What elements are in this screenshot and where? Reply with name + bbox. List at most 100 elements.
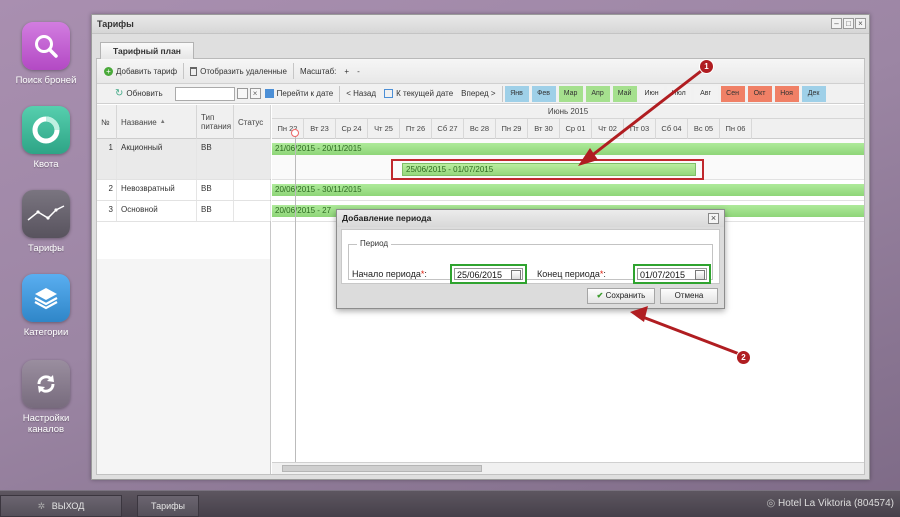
minimize-icon[interactable]: – [831, 18, 842, 29]
timeline-row[interactable]: 20/06/2015 - 30/11/2015 [272, 180, 864, 201]
show-deleted-label: Отобразить удаленные [200, 66, 287, 76]
month-button[interactable]: Ноя [774, 85, 799, 102]
launcher-quota[interactable]: Квота [0, 106, 92, 170]
current-date-button[interactable]: К текущей дате [380, 85, 457, 103]
window-title: Тарифы [92, 15, 869, 34]
day-header: Пт 26 [400, 119, 432, 139]
start-date-text: Начало периода [352, 269, 421, 279]
line-chart-icon [22, 190, 70, 238]
launcher-categories[interactable]: Категории [0, 274, 92, 338]
back-button[interactable]: < Назад [342, 85, 380, 103]
tariff-period-bar[interactable]: 20/06/2015 - 30/11/2015 [272, 184, 864, 196]
today-marker-line [295, 133, 296, 474]
day-header: Вт 23 [304, 119, 336, 139]
taskbar-tariffs-button[interactable]: Тарифы [137, 495, 199, 517]
table-row[interactable]: 2 Невозвратный BB [97, 180, 271, 201]
search-icon [22, 22, 70, 70]
add-icon: + [104, 66, 113, 76]
col-num-header[interactable]: № [97, 105, 117, 139]
tariff-period-bar[interactable]: 21/06/2015 - 20/11/2015 [272, 143, 864, 155]
add-period-dialog: Добавление периода × Период Начало перио… [336, 209, 725, 309]
save-button[interactable]: ✔ Сохранить [587, 288, 655, 304]
sort-asc-icon: ▲ [159, 119, 166, 125]
dialog-body: Период Начало периода*: 25/06/2015 Конец… [341, 229, 720, 284]
month-button[interactable]: Мар [558, 85, 583, 102]
zoom-in-button[interactable]: + [340, 62, 353, 80]
zoom-out-button[interactable]: - [353, 62, 364, 80]
start-date-field[interactable]: 25/06/2015 [450, 264, 527, 284]
month-button[interactable]: Июн [639, 85, 664, 102]
row-num: 3 [97, 201, 117, 221]
close-icon[interactable]: × [855, 18, 866, 29]
checkmark-icon: ✔ [596, 291, 604, 300]
tariff-list-header: № Название ▲ Тип питания Статус [97, 105, 271, 139]
tariff-list: № Название ▲ Тип питания Статус 1 Акцион… [97, 105, 271, 474]
end-date-field[interactable]: 01/07/2015 [633, 264, 711, 284]
start-date-label: Начало периода*: [352, 269, 427, 279]
month-button[interactable]: Май [612, 85, 637, 102]
fieldset-legend: Период [357, 239, 392, 248]
exit-label: ВЫХОД [51, 501, 85, 511]
day-header: Пн 29 [496, 119, 528, 139]
day-header: Сб 04 [656, 119, 688, 139]
row-status [234, 180, 271, 200]
layers-icon [22, 274, 70, 322]
exit-button[interactable]: ✲ ВЫХОД [0, 495, 122, 517]
launcher-search-bookings[interactable]: Поиск броней [0, 22, 92, 86]
day-header: Чт 25 [368, 119, 400, 139]
taskbar: ✲ ВЫХОД Тарифы ◎ Hotel La Viktoria (8045… [0, 490, 900, 517]
label-colon: : [603, 269, 606, 279]
start-date-value: 25/06/2015 [457, 270, 503, 280]
navigation-toolbar: ↻ Обновить × Перейти к дате < Назад К те… [97, 84, 864, 104]
col-meal-header[interactable]: Тип питания [197, 105, 234, 139]
day-header: Пн 06 [720, 119, 752, 139]
col-name-header[interactable]: Название ▲ [117, 105, 197, 139]
table-row[interactable]: 3 Основной BB [97, 201, 271, 222]
cancel-button[interactable]: Отмена [660, 288, 718, 304]
month-button[interactable]: Сен [720, 85, 745, 102]
launcher-label: Квота [33, 159, 59, 170]
month-button[interactable]: Июл [666, 85, 691, 102]
launcher-tariffs[interactable]: Тарифы [0, 190, 92, 254]
add-tariff-button[interactable]: + Добавить тариф [100, 62, 181, 80]
launcher-channel-settings[interactable]: Настройки каналов [0, 360, 92, 435]
horizontal-scrollbar[interactable] [272, 462, 864, 474]
divider [501, 85, 503, 102]
calendar-today-icon [384, 89, 394, 98]
gear-icon: ✲ [37, 501, 46, 511]
close-icon[interactable]: × [708, 213, 719, 224]
show-deleted-button[interactable]: Отобразить удаленные [186, 62, 291, 80]
forward-button[interactable]: Вперед > [457, 85, 499, 103]
end-date-input[interactable]: 01/07/2015 [637, 268, 707, 280]
divider [292, 63, 294, 79]
month-button[interactable]: Апр [585, 85, 610, 102]
scale-label: Масштаб: [299, 66, 337, 76]
goto-date-button[interactable]: Перейти к дате [261, 85, 338, 103]
start-date-input[interactable]: 25/06/2015 [454, 268, 523, 280]
sync-icon [22, 360, 70, 408]
pie-chart-icon [22, 106, 70, 154]
timeline-month: Июнь 2015 [272, 105, 864, 119]
app-launcher: Поиск броней Квота Тарифы Категории Наст… [0, 0, 92, 490]
calendar-icon[interactable] [695, 270, 705, 280]
divider [183, 63, 185, 79]
refresh-button[interactable]: ↻ Обновить [111, 85, 167, 103]
clear-icon[interactable]: × [249, 88, 261, 99]
timeline-days: Пн 22 Вт 23 Ср 24 Чт 25 Пт 26 Сб 27 Вс 28 Пн 29… [272, 119, 864, 139]
table-row[interactable]: 1 Акционный BB [97, 139, 271, 180]
maximize-icon[interactable]: □ [843, 18, 854, 29]
month-button[interactable]: Янв [504, 85, 529, 102]
calendar-icon[interactable] [236, 88, 248, 99]
month-button[interactable]: Авг [693, 85, 718, 102]
date-search-input[interactable] [174, 86, 235, 101]
empty-area [97, 259, 270, 474]
timeline-row[interactable]: 21/06/2015 - 20/11/2015 25/06/2015 - 01/… [272, 139, 864, 180]
calendar-icon[interactable] [511, 270, 521, 280]
month-button[interactable]: Окт [747, 85, 772, 102]
goto-date-label: Перейти к дате [276, 89, 334, 98]
scrollbar-thumb[interactable] [282, 465, 482, 472]
tab-tariff-plan[interactable]: Тарифный план [100, 42, 194, 59]
col-status-header[interactable]: Статус [234, 105, 271, 139]
month-button[interactable]: Дек [801, 85, 826, 102]
month-button[interactable]: Фев [531, 85, 556, 102]
